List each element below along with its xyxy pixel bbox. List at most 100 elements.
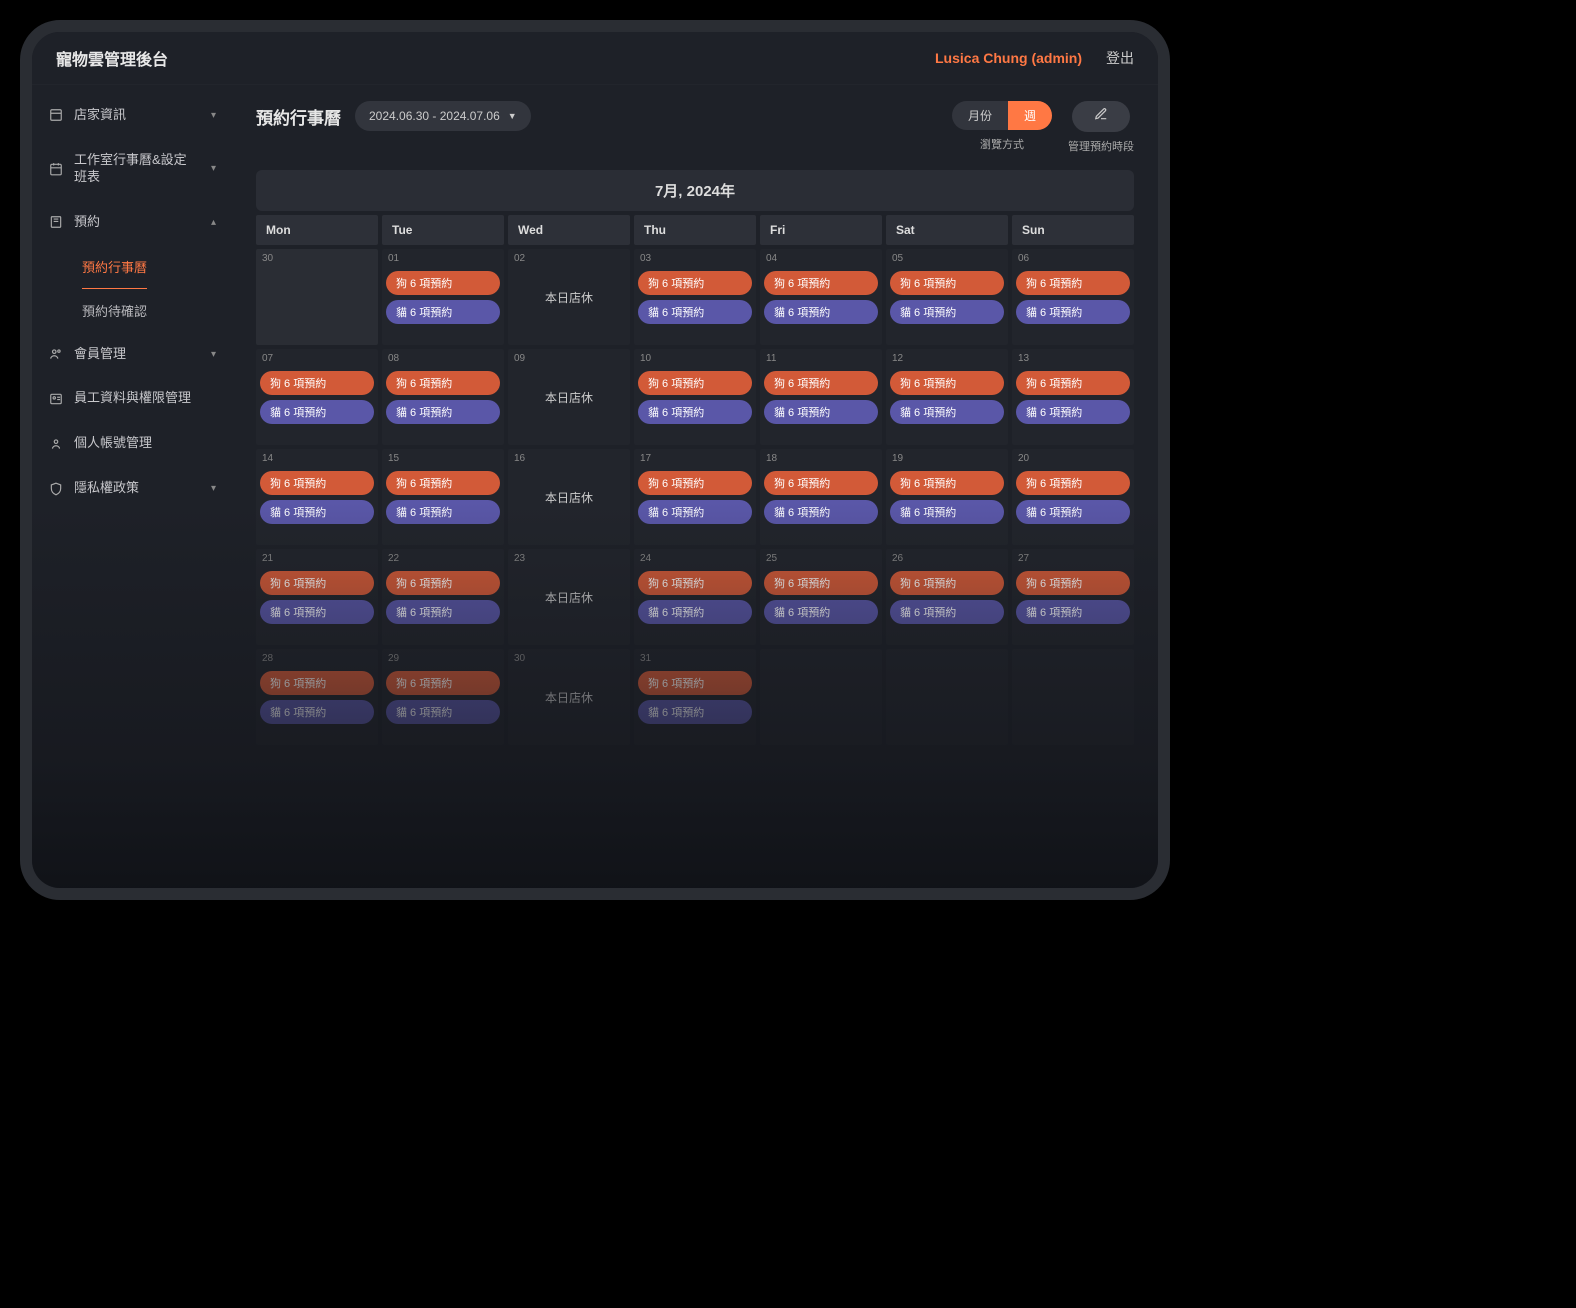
- event-dog[interactable]: 狗 6 項預約: [260, 371, 374, 395]
- calendar-day-cell[interactable]: 21狗 6 項預約貓 6 項預約: [256, 549, 378, 645]
- calendar-day-cell[interactable]: 01狗 6 項預約貓 6 項預約: [382, 249, 504, 345]
- event-cat[interactable]: 貓 6 項預約: [386, 400, 500, 424]
- view-month-button[interactable]: 月份: [952, 101, 1008, 130]
- calendar-day-cell[interactable]: 28狗 6 項預約貓 6 項預約: [256, 649, 378, 745]
- sidebar-item-2[interactable]: 預約▴: [32, 200, 232, 245]
- event-dog[interactable]: 狗 6 項預約: [386, 571, 500, 595]
- calendar-day-cell[interactable]: 10狗 6 項預約貓 6 項預約: [634, 349, 756, 445]
- event-dog[interactable]: 狗 6 項預約: [764, 271, 878, 295]
- calendar-day-cell[interactable]: 02本日店休: [508, 249, 630, 345]
- event-dog[interactable]: 狗 6 項預約: [386, 271, 500, 295]
- calendar-day-cell[interactable]: 11狗 6 項預約貓 6 項預約: [760, 349, 882, 445]
- event-cat[interactable]: 貓 6 項預約: [1016, 500, 1130, 524]
- calendar-day-cell[interactable]: 07狗 6 項預約貓 6 項預約: [256, 349, 378, 445]
- event-cat[interactable]: 貓 6 項預約: [386, 300, 500, 324]
- event-dog[interactable]: 狗 6 項預約: [764, 471, 878, 495]
- calendar-day-cell[interactable]: 29狗 6 項預約貓 6 項預約: [382, 649, 504, 745]
- sidebar-item-1[interactable]: 工作室行事曆&設定班表▾: [32, 138, 232, 200]
- view-week-button[interactable]: 週: [1008, 101, 1052, 130]
- sidebar-item-5[interactable]: 個人帳號管理: [32, 421, 232, 466]
- calendar-day-cell[interactable]: 26狗 6 項預約貓 6 項預約: [886, 549, 1008, 645]
- event-cat[interactable]: 貓 6 項預約: [638, 700, 752, 724]
- event-dog[interactable]: 狗 6 項預約: [890, 271, 1004, 295]
- calendar-day-cell[interactable]: 13狗 6 項預約貓 6 項預約: [1012, 349, 1134, 445]
- event-cat[interactable]: 貓 6 項預約: [260, 400, 374, 424]
- event-dog[interactable]: 狗 6 項預約: [764, 571, 878, 595]
- event-dog[interactable]: 狗 6 項預約: [260, 471, 374, 495]
- event-cat[interactable]: 貓 6 項預約: [890, 300, 1004, 324]
- event-dog[interactable]: 狗 6 項預約: [890, 471, 1004, 495]
- calendar-day-cell[interactable]: 04狗 6 項預約貓 6 項預約: [760, 249, 882, 345]
- event-dog[interactable]: 狗 6 項預約: [1016, 471, 1130, 495]
- sidebar-item-4[interactable]: 員工資料與權限管理: [32, 376, 232, 421]
- event-dog[interactable]: 狗 6 項預約: [890, 371, 1004, 395]
- calendar-day-cell[interactable]: 31狗 6 項預約貓 6 項預約: [634, 649, 756, 745]
- event-cat[interactable]: 貓 6 項預約: [638, 600, 752, 624]
- event-cat[interactable]: 貓 6 項預約: [764, 300, 878, 324]
- sidebar-subitem-2-0[interactable]: 預約行事曆: [82, 245, 147, 289]
- calendar-day-cell[interactable]: 14狗 6 項預約貓 6 項預約: [256, 449, 378, 545]
- event-dog[interactable]: 狗 6 項預約: [890, 571, 1004, 595]
- calendar-day-cell[interactable]: 06狗 6 項預約貓 6 項預約: [1012, 249, 1134, 345]
- event-cat[interactable]: 貓 6 項預約: [764, 400, 878, 424]
- calendar-day-cell[interactable]: 08狗 6 項預約貓 6 項預約: [382, 349, 504, 445]
- user-label[interactable]: Lusica Chung (admin): [935, 50, 1082, 66]
- event-dog[interactable]: 狗 6 項預約: [638, 271, 752, 295]
- event-dog[interactable]: 狗 6 項預約: [1016, 371, 1130, 395]
- calendar-day-cell[interactable]: 30: [256, 249, 378, 345]
- calendar-day-cell[interactable]: 15狗 6 項預約貓 6 項預約: [382, 449, 504, 545]
- event-cat[interactable]: 貓 6 項預約: [1016, 600, 1130, 624]
- event-cat[interactable]: 貓 6 項預約: [386, 700, 500, 724]
- calendar-day-cell[interactable]: 24狗 6 項預約貓 6 項預約: [634, 549, 756, 645]
- event-dog[interactable]: 狗 6 項預約: [638, 571, 752, 595]
- calendar-day-cell[interactable]: 27狗 6 項預約貓 6 項預約: [1012, 549, 1134, 645]
- event-cat[interactable]: 貓 6 項預約: [638, 400, 752, 424]
- calendar-day-cell[interactable]: 05狗 6 項預約貓 6 項預約: [886, 249, 1008, 345]
- event-dog[interactable]: 狗 6 項預約: [638, 671, 752, 695]
- sidebar-item-0[interactable]: 店家資訊▾: [32, 93, 232, 138]
- manage-slots-button[interactable]: [1072, 101, 1130, 132]
- logout-button[interactable]: 登出: [1106, 48, 1134, 68]
- event-cat[interactable]: 貓 6 項預約: [890, 600, 1004, 624]
- sidebar-item-3[interactable]: 會員管理▾: [32, 332, 232, 377]
- calendar-day-cell[interactable]: 18狗 6 項預約貓 6 項預約: [760, 449, 882, 545]
- event-dog[interactable]: 狗 6 項預約: [260, 671, 374, 695]
- date-range-picker[interactable]: 2024.06.30 - 2024.07.06 ▼: [355, 101, 531, 131]
- event-dog[interactable]: 狗 6 項預約: [764, 371, 878, 395]
- calendar-day-cell[interactable]: 20狗 6 項預約貓 6 項預約: [1012, 449, 1134, 545]
- event-cat[interactable]: 貓 6 項預約: [638, 300, 752, 324]
- calendar-day-cell[interactable]: 19狗 6 項預約貓 6 項預約: [886, 449, 1008, 545]
- event-cat[interactable]: 貓 6 項預約: [764, 600, 878, 624]
- calendar-day-cell[interactable]: 25狗 6 項預約貓 6 項預約: [760, 549, 882, 645]
- calendar-day-cell[interactable]: [886, 649, 1008, 745]
- calendar-day-cell[interactable]: [1012, 649, 1134, 745]
- event-cat[interactable]: 貓 6 項預約: [386, 600, 500, 624]
- event-dog[interactable]: 狗 6 項預約: [638, 471, 752, 495]
- calendar-day-cell[interactable]: 09本日店休: [508, 349, 630, 445]
- event-cat[interactable]: 貓 6 項預約: [260, 600, 374, 624]
- event-cat[interactable]: 貓 6 項預約: [890, 500, 1004, 524]
- event-dog[interactable]: 狗 6 項預約: [638, 371, 752, 395]
- event-cat[interactable]: 貓 6 項預約: [386, 500, 500, 524]
- calendar-day-cell[interactable]: 12狗 6 項預約貓 6 項預約: [886, 349, 1008, 445]
- event-dog[interactable]: 狗 6 項預約: [1016, 271, 1130, 295]
- event-cat[interactable]: 貓 6 項預約: [260, 700, 374, 724]
- event-dog[interactable]: 狗 6 項預約: [386, 671, 500, 695]
- calendar-day-cell[interactable]: [760, 649, 882, 745]
- sidebar-item-6[interactable]: 隱私權政策▾: [32, 466, 232, 511]
- calendar-day-cell[interactable]: 30本日店休: [508, 649, 630, 745]
- calendar-day-cell[interactable]: 03狗 6 項預約貓 6 項預約: [634, 249, 756, 345]
- event-cat[interactable]: 貓 6 項預約: [638, 500, 752, 524]
- event-cat[interactable]: 貓 6 項預約: [764, 500, 878, 524]
- event-dog[interactable]: 狗 6 項預約: [386, 371, 500, 395]
- sidebar-subitem-2-1[interactable]: 預約待確認: [58, 289, 232, 332]
- event-dog[interactable]: 狗 6 項預約: [260, 571, 374, 595]
- event-cat[interactable]: 貓 6 項預約: [260, 500, 374, 524]
- event-cat[interactable]: 貓 6 項預約: [1016, 300, 1130, 324]
- event-cat[interactable]: 貓 6 項預約: [890, 400, 1004, 424]
- calendar-day-cell[interactable]: 22狗 6 項預約貓 6 項預約: [382, 549, 504, 645]
- event-dog[interactable]: 狗 6 項預約: [386, 471, 500, 495]
- event-dog[interactable]: 狗 6 項預約: [1016, 571, 1130, 595]
- event-cat[interactable]: 貓 6 項預約: [1016, 400, 1130, 424]
- calendar-day-cell[interactable]: 17狗 6 項預約貓 6 項預約: [634, 449, 756, 545]
